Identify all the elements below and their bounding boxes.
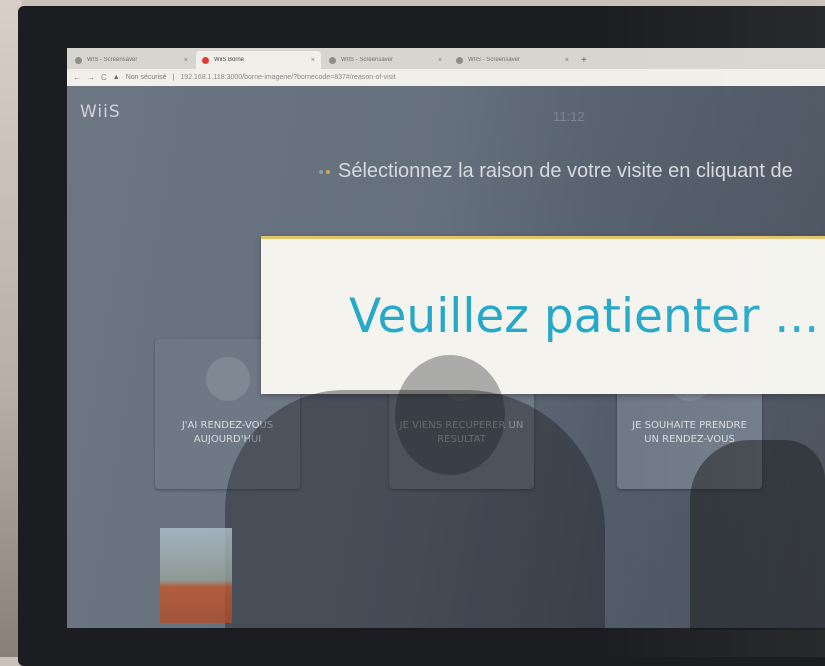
tab-title: WIIS - Screensaver bbox=[341, 57, 394, 63]
browser-tab-bar: WIS - Screensaver × WiiS Borne × WIIS - … bbox=[67, 48, 825, 69]
instruction-text: Sélectionnez la raison de votre visite e… bbox=[319, 160, 793, 183]
url-field[interactable]: 192.168.1.118:3000/borne-imagene/?bornec… bbox=[180, 74, 395, 81]
browser-tab-active[interactable]: WiiS Borne × bbox=[196, 51, 321, 69]
clock: 11:12 bbox=[553, 109, 585, 124]
wiis-logo: WiiS bbox=[80, 102, 121, 122]
new-tab-button[interactable]: + bbox=[581, 55, 587, 66]
tab-title: WIIS - Screensaver bbox=[468, 57, 521, 63]
card-label: JE VIENS RECUPERER UN RESULTAT bbox=[399, 420, 524, 445]
forward-icon[interactable]: → bbox=[87, 73, 95, 82]
tab-title: WIS - Screensaver bbox=[87, 57, 138, 63]
card-label: JE SOUHAITE PRENDRE UN RENDEZ-VOUS bbox=[632, 420, 747, 445]
browser-tab[interactable]: WIIS - Screensaver × bbox=[450, 51, 575, 69]
browser-tab[interactable]: WIS - Screensaver × bbox=[69, 51, 194, 69]
close-icon[interactable]: × bbox=[565, 57, 569, 64]
address-separator: | bbox=[172, 74, 175, 81]
loading-overlay: Veuillez patienter ... bbox=[261, 236, 825, 394]
warning-icon: ▲ bbox=[112, 74, 120, 81]
reload-icon[interactable]: C bbox=[101, 73, 107, 82]
window-reflection bbox=[160, 528, 232, 623]
please-wait-message: Veuillez patienter ... bbox=[349, 289, 820, 344]
close-icon[interactable]: × bbox=[184, 57, 188, 64]
app-favicon-icon bbox=[202, 56, 209, 64]
close-icon[interactable]: × bbox=[438, 57, 442, 64]
address-bar: ← → C ▲ Non sécurisé | 192.168.1.118:300… bbox=[67, 69, 825, 86]
back-icon[interactable]: ← bbox=[73, 73, 81, 82]
globe-icon bbox=[456, 56, 463, 64]
card-label: J'AI RENDEZ-VOUS AUJOURD'HUI bbox=[181, 420, 274, 445]
browser-tab[interactable]: WIIS - Screensaver × bbox=[323, 51, 448, 69]
security-warning[interactable]: Non sécurisé bbox=[126, 74, 167, 81]
globe-icon bbox=[329, 56, 336, 64]
card-illustration-icon bbox=[205, 357, 250, 401]
tab-title: WiiS Borne bbox=[214, 57, 245, 63]
instruction-label: Sélectionnez la raison de votre visite e… bbox=[338, 160, 793, 182]
close-icon[interactable]: × bbox=[311, 57, 315, 64]
globe-icon bbox=[75, 56, 82, 64]
bullet-dots-icon bbox=[319, 169, 330, 174]
